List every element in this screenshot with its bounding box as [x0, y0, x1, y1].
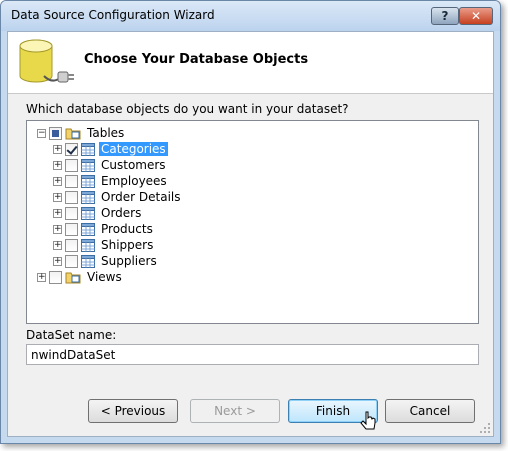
table-checkbox[interactable] — [65, 254, 78, 268]
dataset-name-input[interactable] — [26, 344, 479, 365]
question-label: Which database objects do you want in yo… — [26, 102, 349, 116]
tree-node-table[interactable]: + Orders — [53, 205, 143, 221]
expand-toggle[interactable]: + — [53, 240, 62, 250]
collapse-toggle[interactable]: − — [37, 128, 46, 138]
page-title: Choose Your Database Objects — [84, 52, 309, 67]
resize-grip-icon[interactable] — [479, 422, 491, 434]
expand-toggle[interactable]: + — [53, 160, 62, 170]
table-checkbox[interactable] — [65, 222, 78, 236]
table-checkbox[interactable] — [65, 142, 78, 156]
table-checkbox[interactable] — [65, 158, 78, 172]
tree-label-tables: Tables — [87, 126, 125, 140]
table-label: Order Details — [101, 190, 181, 204]
expand-toggle[interactable]: + — [53, 144, 62, 154]
tree-node-table[interactable]: + Categories — [53, 141, 168, 157]
table-icon — [81, 190, 95, 204]
folder-icon — [65, 128, 81, 140]
table-label: Categories — [99, 142, 168, 156]
expand-toggle[interactable]: + — [53, 208, 62, 218]
table-icon — [81, 206, 95, 220]
expand-toggle[interactable]: + — [37, 272, 46, 282]
table-icon — [81, 238, 95, 252]
expand-toggle[interactable]: + — [53, 176, 62, 186]
table-label: Suppliers — [101, 254, 157, 268]
views-checkbox[interactable] — [49, 270, 62, 284]
table-icon — [81, 142, 95, 156]
table-icon — [81, 174, 95, 188]
pointer-cursor-icon — [360, 411, 376, 430]
wizard-client-area: Choose Your Database Objects Which datab… — [7, 31, 494, 437]
table-icon — [81, 222, 95, 236]
expand-toggle[interactable]: + — [53, 256, 62, 266]
table-icon — [81, 254, 95, 268]
table-label: Shippers — [101, 238, 154, 252]
expand-toggle[interactable]: + — [53, 224, 62, 234]
tree-node-tables[interactable]: − Tables — [37, 125, 126, 141]
tree-node-table[interactable]: + Shippers — [53, 237, 155, 253]
wizard-window: Data Source Configuration Wizard ? ✕ Cho… — [0, 0, 501, 444]
table-label: Customers — [101, 158, 166, 172]
database-objects-tree[interactable]: − Tables + Categories + Customers + Employees… — [26, 120, 479, 324]
dataset-name-label: DataSet name: — [26, 328, 117, 342]
tree-node-table[interactable]: + Employees — [53, 173, 169, 189]
database-plug-icon — [19, 39, 74, 83]
close-button[interactable]: ✕ — [459, 7, 493, 25]
previous-button[interactable]: < Previous — [88, 399, 178, 423]
tree-node-table[interactable]: + Products — [53, 221, 155, 237]
tree-node-views[interactable]: + Views — [37, 269, 124, 285]
tree-node-table[interactable]: + Customers — [53, 157, 168, 173]
tree-node-table[interactable]: + Order Details — [53, 189, 183, 205]
table-checkbox[interactable] — [65, 238, 78, 252]
help-button[interactable]: ? — [431, 7, 459, 25]
title-bar[interactable]: Data Source Configuration Wizard ? ✕ — [1, 1, 500, 31]
tables-checkbox[interactable] — [49, 126, 62, 140]
wizard-header: Choose Your Database Objects — [8, 32, 493, 94]
table-label: Employees — [101, 174, 167, 188]
tree-label-views: Views — [87, 270, 122, 284]
cancel-button[interactable]: Cancel — [385, 399, 475, 423]
tree-node-table[interactable]: + Suppliers — [53, 253, 159, 269]
table-label: Products — [101, 222, 153, 236]
table-label: Orders — [101, 206, 142, 220]
table-icon — [81, 158, 95, 172]
window-title: Data Source Configuration Wizard — [11, 8, 215, 22]
table-checkbox[interactable] — [65, 174, 78, 188]
expand-toggle[interactable]: + — [53, 192, 62, 202]
table-checkbox[interactable] — [65, 190, 78, 204]
table-checkbox[interactable] — [65, 206, 78, 220]
next-button[interactable]: Next > — [190, 399, 280, 423]
folder-icon — [65, 272, 81, 284]
